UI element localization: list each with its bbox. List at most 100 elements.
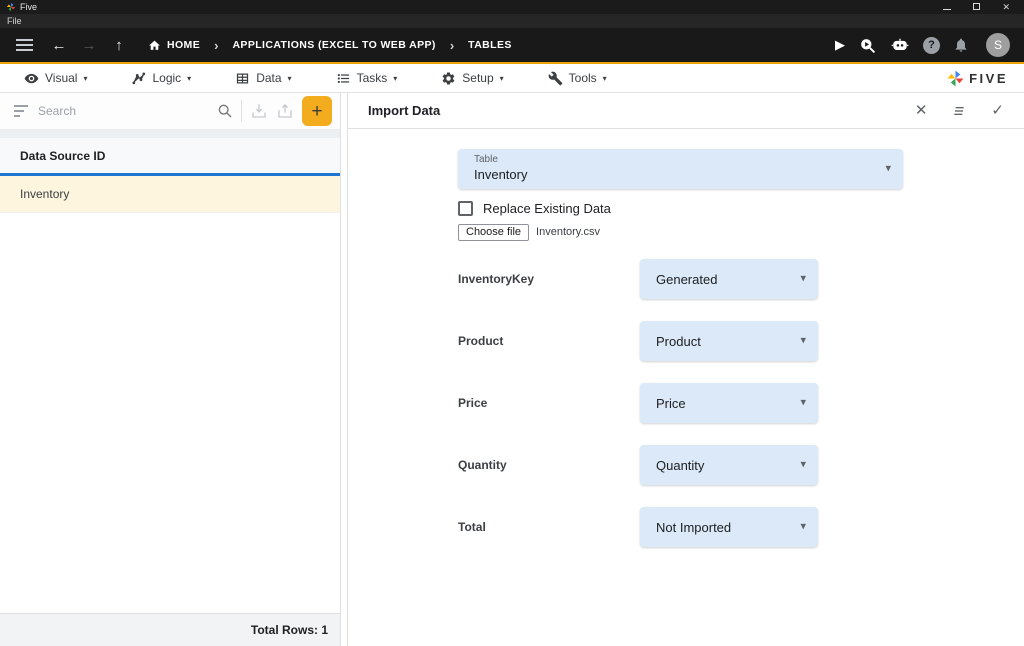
- run-app-button[interactable]: ▶: [835, 37, 845, 53]
- content-area: + Data Source ID Inventory Total Rows: 1…: [0, 93, 1024, 646]
- selected-file-name: Inventory.csv: [536, 226, 600, 238]
- help-icon[interactable]: ?: [923, 37, 940, 54]
- chevron-down-icon: ▾: [800, 274, 806, 285]
- mapping-field-label: Product: [458, 334, 640, 348]
- table-grid-icon: [235, 71, 250, 86]
- bot-icon[interactable]: [890, 37, 910, 53]
- table-select-label: Table: [474, 154, 873, 165]
- toolbar: Visual▾ Logic▾ Data▾ Tasks▾ Setup▾ Tools…: [0, 64, 1024, 93]
- list-search-bar: +: [0, 93, 340, 130]
- tools-wrench-icon: [548, 71, 563, 86]
- task-list-icon: [336, 71, 351, 86]
- five-logo-icon: [946, 69, 965, 88]
- mapping-row-price: Price Price ▾: [458, 383, 1024, 423]
- window-controls: ✕: [943, 3, 1018, 12]
- minimize-button[interactable]: [943, 3, 951, 12]
- mapping-row-total: Total Not Imported ▾: [458, 507, 1024, 547]
- forward-button: →: [74, 32, 104, 58]
- mapping-select-price[interactable]: Price ▾: [640, 383, 818, 423]
- field-mapping-area: InventoryKey Generated ▾ Product Product…: [458, 249, 1024, 547]
- five-app-icon: [6, 2, 16, 12]
- chevron-down-icon: ▾: [288, 74, 292, 83]
- page-title: Import Data: [368, 103, 440, 118]
- mapping-row-product: Product Product ▾: [458, 321, 1024, 361]
- close-button[interactable]: ✕: [1002, 3, 1010, 12]
- replace-existing-data-row: Replace Existing Data: [458, 199, 1024, 217]
- breadcrumb-tables[interactable]: TABLES: [468, 39, 512, 51]
- export-icon: [276, 102, 294, 120]
- gear-icon: [441, 71, 456, 86]
- notes-icon[interactable]: [951, 103, 967, 119]
- list-column-header[interactable]: Data Source ID: [0, 138, 340, 176]
- navbar: ← → ↑ HOME › APPLICATIONS (EXCEL TO WEB …: [0, 28, 1024, 64]
- up-button[interactable]: ↑: [104, 32, 134, 58]
- toolbar-tasks-menu[interactable]: Tasks▾: [326, 64, 408, 92]
- chevron-down-icon: ▾: [393, 74, 397, 83]
- titlebar-app-name: Five: [20, 2, 37, 12]
- mapping-select-total[interactable]: Not Imported ▾: [640, 507, 818, 547]
- chevron-down-icon: ▾: [800, 460, 806, 471]
- import-icon: [250, 102, 268, 120]
- choose-file-button[interactable]: Choose file: [458, 224, 529, 241]
- chevron-down-icon: ▾: [500, 74, 504, 83]
- chevron-down-icon: ▾: [83, 74, 87, 83]
- back-button[interactable]: ←: [44, 32, 74, 58]
- chevron-down-icon: ▾: [187, 74, 191, 83]
- five-brand-text: FIVE: [969, 71, 1008, 86]
- mapping-row-quantity: Quantity Quantity ▾: [458, 445, 1024, 485]
- mapping-field-label: Price: [458, 396, 640, 410]
- breadcrumb-home[interactable]: HOME: [148, 39, 200, 52]
- save-check-icon[interactable]: ✓: [991, 103, 1004, 118]
- table-select-value: Inventory: [474, 167, 527, 182]
- replace-existing-label: Replace Existing Data: [483, 201, 611, 216]
- toolbar-logic-menu[interactable]: Logic▾: [121, 64, 201, 92]
- mapping-select-product[interactable]: Product ▾: [640, 321, 818, 361]
- notifications-bell-icon[interactable]: [953, 37, 969, 53]
- close-form-icon[interactable]: ✕: [915, 103, 928, 118]
- preview-search-icon[interactable]: [858, 36, 877, 55]
- chevron-right-icon: ›: [446, 39, 458, 52]
- toolbar-visual-menu[interactable]: Visual▾: [14, 64, 97, 92]
- replace-existing-checkbox[interactable]: [458, 201, 473, 216]
- import-data-header: Import Data ✕ ✓: [348, 93, 1024, 129]
- chevron-right-icon: ›: [210, 39, 222, 52]
- search-icon[interactable]: [217, 103, 233, 119]
- mapping-field-label: Quantity: [458, 458, 640, 472]
- toolbar-tools-menu[interactable]: Tools▾: [538, 64, 617, 92]
- chevron-down-icon: ▾: [800, 336, 806, 347]
- navbar-actions: ▶ ? S: [835, 33, 1010, 57]
- mapping-select-quantity[interactable]: Quantity ▾: [640, 445, 818, 485]
- chevron-down-icon: ▾: [800, 398, 806, 409]
- search-input[interactable]: [38, 104, 209, 118]
- list-empty-space: [0, 213, 340, 613]
- mapping-field-label: InventoryKey: [458, 272, 640, 286]
- breadcrumb-applications[interactable]: APPLICATIONS (EXCEL TO WEB APP): [232, 39, 435, 51]
- import-data-panel: Import Data ✕ ✓ Table Inventory ▾: [347, 93, 1024, 646]
- menubar: File: [0, 14, 1024, 28]
- data-source-list-panel: + Data Source ID Inventory Total Rows: 1: [0, 93, 341, 646]
- home-icon: [148, 39, 161, 52]
- total-rows-footer: Total Rows: 1: [0, 613, 340, 646]
- user-avatar[interactable]: S: [986, 33, 1010, 57]
- import-data-form: Table Inventory ▾ Replace Existing Data …: [348, 129, 1024, 646]
- file-input-row: Choose file Inventory.csv: [458, 223, 1024, 241]
- chevron-down-icon: ▾: [885, 164, 891, 175]
- filter-icon[interactable]: [14, 105, 30, 117]
- chevron-down-icon: ▾: [800, 522, 806, 533]
- menu-file[interactable]: File: [7, 16, 22, 26]
- breadcrumb: HOME › APPLICATIONS (EXCEL TO WEB APP) ›…: [148, 39, 512, 52]
- table-select[interactable]: Table Inventory ▾: [458, 149, 903, 189]
- toolbar-data-menu[interactable]: Data▾: [225, 64, 301, 92]
- panel-gap: [0, 130, 340, 138]
- add-record-button[interactable]: +: [302, 96, 332, 126]
- list-item-inventory[interactable]: Inventory: [0, 176, 340, 213]
- maximize-button[interactable]: [973, 3, 980, 12]
- toolbar-setup-menu[interactable]: Setup▾: [431, 64, 513, 92]
- hamburger-menu-icon[interactable]: [14, 32, 44, 58]
- divider: [241, 100, 242, 122]
- chevron-down-icon: ▾: [603, 74, 607, 83]
- mapping-row-inventorykey: InventoryKey Generated ▾: [458, 259, 1024, 299]
- mapping-select-inventorykey[interactable]: Generated ▾: [640, 259, 818, 299]
- titlebar: Five ✕: [0, 0, 1024, 14]
- logic-flow-icon: [131, 71, 146, 86]
